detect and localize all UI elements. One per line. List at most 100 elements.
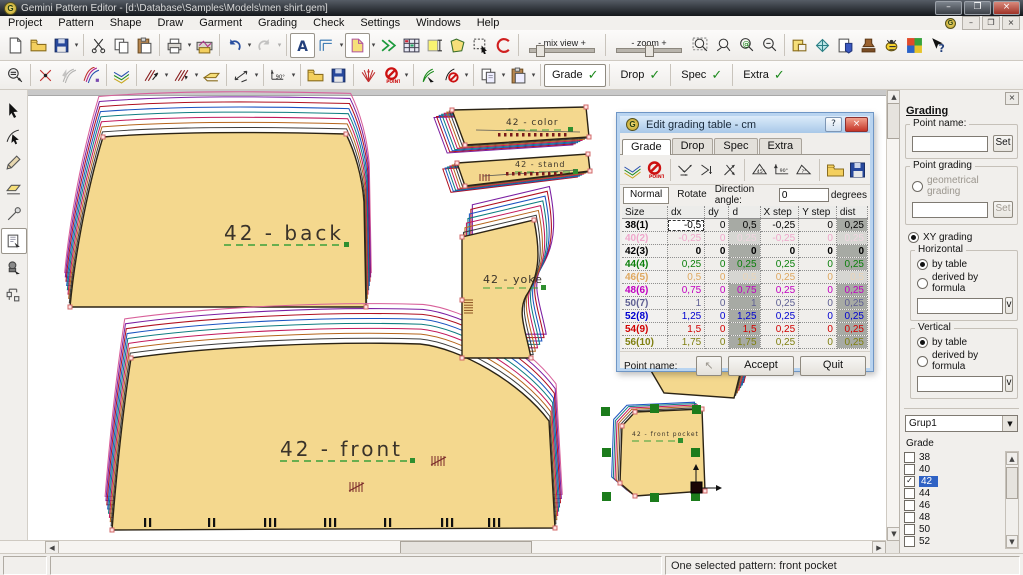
maximize-button[interactable]: ❐ xyxy=(964,1,991,15)
mix-view-thumb[interactable] xyxy=(536,45,545,57)
fan-no-point-button[interactable] xyxy=(440,64,463,87)
corner-tool-button[interactable] xyxy=(315,34,338,57)
grading-cell-5610-dist[interactable]: 0,25 xyxy=(836,336,867,349)
quit-button[interactable]: Quit xyxy=(800,356,866,376)
save-grading-button[interactable] xyxy=(327,64,350,87)
selection-handle[interactable] xyxy=(602,492,611,501)
grading-cell-549-dx[interactable]: 1,5 xyxy=(667,323,704,336)
grading-cell-423-xstep[interactable]: 0 xyxy=(760,245,799,258)
grading-cell-402-ystep[interactable]: 0 xyxy=(799,232,837,245)
size-checkbox-38[interactable] xyxy=(904,452,915,463)
grading-cell-5610-d[interactable]: 1,75 xyxy=(729,336,760,349)
dialog-tab-drop[interactable]: Drop xyxy=(672,138,714,154)
drop-toggle-button[interactable]: Drop✓ xyxy=(613,65,667,86)
horizontal-formula-button[interactable]: v xyxy=(1005,297,1013,314)
dialog-tab-grade[interactable]: Grade xyxy=(622,139,671,155)
grading-cell-549-ystep[interactable]: 0 xyxy=(799,323,837,336)
save-button[interactable] xyxy=(50,34,73,57)
size-row-42[interactable]: ✓42 xyxy=(904,475,1005,487)
fold-piece-button[interactable] xyxy=(200,64,223,87)
print-dropdown[interactable]: ▾ xyxy=(186,41,193,49)
grading-cell-507-d[interactable]: 1 xyxy=(729,297,760,310)
copy-button[interactable] xyxy=(110,34,133,57)
grading-cell-5610-dx[interactable]: 1,75 xyxy=(667,336,704,349)
grading-cell-444-xstep[interactable]: 0,25 xyxy=(760,258,799,271)
size-checkbox-50[interactable] xyxy=(904,524,915,535)
export-clipboard-button[interactable] xyxy=(834,34,857,57)
mdi-minimize-button[interactable]: – xyxy=(962,16,980,30)
undo-button[interactable] xyxy=(223,34,246,57)
grading-cell-465-dx[interactable]: 0,5 xyxy=(667,271,704,284)
grading-cell-507-dy[interactable]: 0 xyxy=(705,297,729,310)
extra-toggle-button[interactable]: Extra✓ xyxy=(736,65,792,86)
grading-cell-465-dy[interactable]: 0 xyxy=(705,271,729,284)
mdi-restore-button[interactable]: ❐ xyxy=(982,16,1000,30)
pattern-piece-tool-button[interactable] xyxy=(345,33,370,58)
copy-grading-multi-dropdown[interactable]: ▾ xyxy=(193,71,200,79)
selection-handle[interactable] xyxy=(601,407,610,416)
mdi-close-button[interactable]: × xyxy=(1002,16,1020,30)
horizontal-by-table-radio[interactable]: by table xyxy=(917,259,1013,270)
dlg-arrow-cross-button[interactable] xyxy=(719,159,740,181)
geometrical-grading-radio[interactable]: geometrical grading xyxy=(912,175,1013,197)
grading-cell-402-dy[interactable]: 0 xyxy=(705,232,729,245)
undo-dropdown[interactable]: ▾ xyxy=(246,41,253,49)
paste-button[interactable] xyxy=(133,34,156,57)
dialog-close-button[interactable]: × xyxy=(845,117,868,132)
grading-cell-381-dist[interactable]: 0,25 xyxy=(836,219,867,232)
menu-help[interactable]: Help xyxy=(469,16,508,30)
geometrical-set-button[interactable]: Set xyxy=(993,201,1013,218)
save-dropdown[interactable]: ▾ xyxy=(73,41,80,49)
paste-table-button[interactable] xyxy=(507,64,530,87)
point-link-tool-button[interactable] xyxy=(2,282,26,306)
menu-grading[interactable]: Grading xyxy=(250,16,305,30)
dialog-tab-spec[interactable]: Spec xyxy=(714,138,757,154)
fan-no-point-dropdown[interactable]: ▾ xyxy=(463,71,470,79)
menu-garment[interactable]: Garment xyxy=(191,16,250,30)
new-file-button[interactable] xyxy=(4,34,27,57)
grading-cell-549-dy[interactable]: 0 xyxy=(705,323,729,336)
dlg-save-button[interactable] xyxy=(847,159,868,181)
grading-cell-549-size[interactable]: 54(9) xyxy=(622,323,667,336)
grading-cell-486-dist[interactable]: 0,25 xyxy=(836,284,867,297)
size-row-52[interactable]: 52 xyxy=(904,535,1005,547)
group-combobox-dropdown[interactable]: ▼ xyxy=(1002,416,1017,431)
size-checkbox-52[interactable] xyxy=(904,536,915,547)
zoom-all-button[interactable]: @ xyxy=(735,34,758,57)
dlg-grading-lines-button[interactable] xyxy=(622,159,643,181)
dlg-open-button[interactable] xyxy=(824,159,845,181)
grading-cell-507-xstep[interactable]: 0,25 xyxy=(760,297,799,310)
pattern-piece-dropdown[interactable]: ▾ xyxy=(370,41,377,49)
rotate-mode-button[interactable]: Rotate xyxy=(671,188,712,203)
menu-draw[interactable]: Draw xyxy=(150,16,192,30)
point-name-set-button[interactable]: Set xyxy=(993,135,1013,152)
grading-cell-507-dist[interactable]: 0,25 xyxy=(836,297,867,310)
grading-cell-402-d[interactable]: 0,25 xyxy=(729,232,760,245)
grading-cell-486-size[interactable]: 48(6) xyxy=(622,284,667,297)
grading-cell-444-dist[interactable]: 0,25 xyxy=(836,258,867,271)
vertical-formula-button[interactable]: v xyxy=(1005,375,1013,392)
point-name-input[interactable] xyxy=(912,136,988,152)
size-checkbox-42[interactable]: ✓ xyxy=(904,476,915,487)
fan-select-button[interactable] xyxy=(417,64,440,87)
grading-cell-507-size[interactable]: 50(7) xyxy=(622,297,667,310)
grading-cell-423-d[interactable]: 0 xyxy=(729,245,760,258)
grading-cell-381-dx[interactable]: -0,5 xyxy=(667,219,704,232)
fast-grading-button[interactable] xyxy=(377,34,400,57)
grading-cell-402-size[interactable]: 40(2) xyxy=(622,232,667,245)
grade-list-up[interactable]: ▲ xyxy=(1006,452,1018,465)
menu-pattern[interactable]: Pattern xyxy=(50,16,101,30)
zoom-window-button[interactable] xyxy=(689,34,712,57)
normal-mode-button[interactable]: Normal xyxy=(623,187,669,204)
grading-cell-507-ystep[interactable]: 0 xyxy=(799,297,837,310)
pin-tool-button[interactable] xyxy=(2,202,26,226)
piece-edit-button[interactable] xyxy=(446,34,469,57)
stamp-button[interactable] xyxy=(857,34,880,57)
pattern-canvas[interactable]: 42 - back42 - front42 - yoke42 - color42… xyxy=(28,90,886,540)
grading-cell-528-xstep[interactable]: 0,25 xyxy=(760,310,799,323)
grading-cell-465-ystep[interactable]: 0 xyxy=(799,271,837,284)
copy-grading-multi-button[interactable] xyxy=(170,64,193,87)
layout-button[interactable] xyxy=(903,34,926,57)
grading-cell-528-size[interactable]: 52(8) xyxy=(622,310,667,323)
grading-cell-465-d[interactable]: 0,5 xyxy=(729,271,760,284)
